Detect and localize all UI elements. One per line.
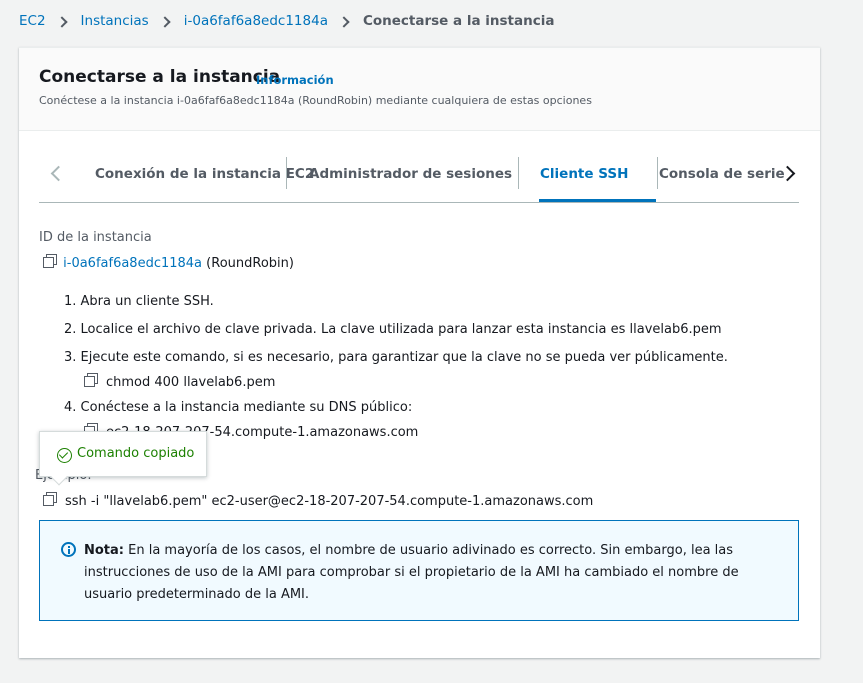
copied-popover: Comando copiado [39, 431, 207, 486]
instance-id-row: i-0a6faf6a8edc1184a (RoundRobin) [43, 254, 294, 271]
tab-divider [657, 157, 658, 189]
instance-id-link[interactable]: i-0a6faf6a8edc1184a [63, 256, 202, 271]
check-circle-icon [57, 448, 72, 463]
info-icon [61, 542, 76, 557]
copy-icon[interactable] [84, 373, 98, 387]
chevron-left-icon[interactable] [39, 157, 75, 193]
ssh-command-row: ssh -i "llavelab6.pem" ec2-user@ec2-18-2… [43, 492, 593, 509]
connection-tabs: Conexión de la instancia EC2 Administrad… [39, 157, 799, 203]
card-header: Conectarse a la instancia Información Co… [19, 48, 820, 131]
breadcrumb-current: Conectarse a la instancia [362, 13, 555, 29]
instance-id-label: ID de la instancia [39, 230, 152, 245]
active-tab-indicator [539, 199, 656, 202]
tab-ec2-instance-connect[interactable]: Conexión de la instancia EC2 [95, 157, 314, 202]
breadcrumb-instance-id[interactable]: i-0a6faf6a8edc1184a [184, 13, 328, 29]
chevron-right-icon [57, 16, 68, 27]
chmod-command-row: chmod 400 llavelab6.pem [84, 373, 275, 390]
tab-divider [286, 157, 287, 189]
tab-session-manager[interactable]: Administrador de sesiones [309, 157, 512, 202]
chevron-right-icon[interactable] [779, 157, 803, 193]
tab-divider [518, 157, 519, 189]
tab-strip: Conexión de la instancia EC2 Administrad… [75, 157, 785, 203]
chmod-command: chmod 400 llavelab6.pem [106, 375, 276, 390]
popover-text: Comando copiado [77, 446, 195, 461]
note-label: Nota: [84, 543, 124, 558]
instance-name: (RoundRobin) [206, 256, 294, 271]
copy-icon[interactable] [43, 254, 57, 268]
ssh-command: ssh -i "llavelab6.pem" ec2-user@ec2-18-2… [65, 494, 594, 509]
copy-icon[interactable] [43, 492, 57, 506]
info-note: Nota: En la mayoría de los casos, el nom… [39, 520, 799, 621]
breadcrumb-instances[interactable]: Instancias [81, 13, 149, 29]
breadcrumb: EC2 Instancias i-0a6faf6a8edc1184a Conec… [19, 11, 554, 31]
tab-ssh-client[interactable]: Cliente SSH [540, 157, 628, 202]
tab-serial-console[interactable]: Consola de serie [659, 157, 785, 202]
step-4: 4. Conéctese a la instancia mediante su … [64, 400, 413, 415]
step-3: 3. Ejecute este comando, si es necesario… [64, 350, 728, 365]
info-link[interactable]: Información [256, 73, 334, 87]
breadcrumb-ec2[interactable]: EC2 [19, 13, 46, 29]
step-1: 1. Abra un cliente SSH. [64, 294, 214, 309]
page-description: Conéctese a la instancia i-0a6faf6a8edc1… [39, 94, 592, 107]
note-text: Nota: En la mayoría de los casos, el nom… [84, 540, 784, 606]
connect-card: Conectarse a la instancia Información Co… [19, 47, 820, 658]
note-body: En la mayoría de los casos, el nombre de… [84, 543, 739, 602]
chevron-right-icon [339, 16, 350, 27]
step-2: 2. Localice el archivo de clave privada.… [64, 322, 722, 337]
page-title: Conectarse a la instancia [39, 67, 281, 87]
chevron-right-icon [160, 16, 171, 27]
